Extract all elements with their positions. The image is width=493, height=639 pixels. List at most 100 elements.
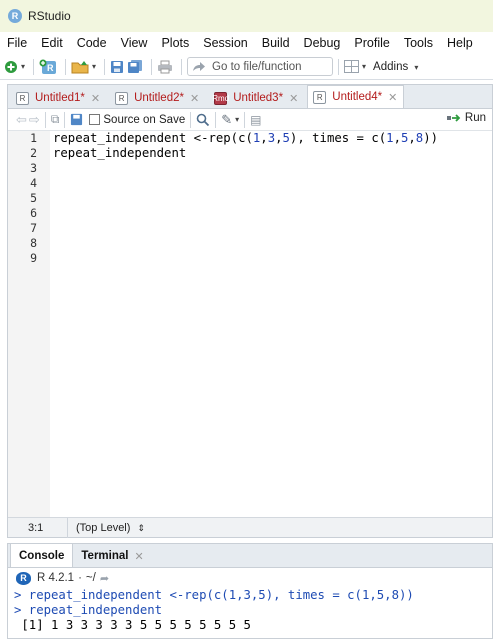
toolbar-divider	[151, 58, 153, 75]
tab-label: Terminal	[81, 550, 129, 562]
back-arrow-icon[interactable]: ⇦	[16, 112, 27, 128]
forward-arrow-icon[interactable]: ⇨	[29, 112, 40, 128]
tab-untitled3[interactable]: Rmd Untitled3* ✕	[208, 87, 305, 108]
rmarkdown-icon: Rmd	[212, 91, 230, 105]
console-output[interactable]: > repeat_independent <-rep(c(1,3,5), tim…	[14, 588, 492, 633]
menu-bar: File Edit Code View Plots Session Build …	[0, 32, 493, 54]
save-icon	[111, 60, 124, 73]
line-number: 3	[30, 161, 37, 175]
new-project-icon: R	[39, 59, 57, 74]
source-on-save-label: Source on Save	[103, 113, 186, 126]
toolbar-divider	[190, 111, 192, 128]
code-editor[interactable]: repeat_independent <-rep(c(1,3,5), times…	[53, 131, 491, 517]
menu-edit[interactable]: Edit	[41, 36, 63, 50]
save-all-button[interactable]	[127, 57, 143, 77]
open-folder-icon	[71, 60, 89, 73]
toolbar-divider	[244, 111, 246, 128]
menu-help[interactable]: Help	[447, 36, 473, 50]
tab-untitled1[interactable]: R Untitled1* ✕	[10, 87, 107, 108]
line-number: 2	[30, 146, 37, 160]
line-number: 8	[30, 236, 37, 250]
console-result-line: [1] 1 3 3 3 3 3 5 5 5 5 5 5 5 5	[14, 618, 251, 632]
layout-button[interactable]: ▾	[344, 57, 366, 77]
chevron-down-icon: ▾	[92, 62, 97, 71]
menu-plots[interactable]: Plots	[161, 36, 189, 50]
close-icon[interactable]: ✕	[388, 91, 397, 104]
toolbar-divider	[44, 111, 46, 128]
menu-session[interactable]: Session	[203, 36, 247, 50]
chevron-down-icon[interactable]: ▾	[235, 115, 239, 124]
run-label: Run	[464, 112, 486, 124]
menu-view[interactable]: View	[121, 36, 148, 50]
menu-debug[interactable]: Debug	[304, 36, 341, 50]
line-number: 1	[30, 131, 37, 145]
go-to-file-placeholder: Go to file/function	[212, 60, 302, 73]
new-project-button[interactable]: R	[39, 57, 57, 77]
close-icon[interactable]: ✕	[91, 92, 100, 105]
menu-file[interactable]: File	[7, 36, 27, 50]
close-icon[interactable]: ✕	[289, 92, 298, 105]
separator-dot: ·	[78, 572, 82, 584]
line-number-gutter: 1 2 3 4 5 6 7 8 9	[8, 131, 50, 517]
code-line-1[interactable]: repeat_independent <-rep(c(1,3,5), times…	[53, 131, 491, 146]
r-script-icon: R	[115, 91, 129, 105]
console-command-line: > repeat_independent <-rep(c(1,3,5), tim…	[14, 588, 414, 602]
svg-text:R: R	[47, 63, 54, 73]
scope-label: (Top Level)	[76, 521, 131, 534]
new-file-button[interactable]: ▾	[4, 57, 25, 77]
console-tab-strip: Console Terminal ✕	[8, 543, 492, 568]
scope-selector[interactable]: (Top Level) ⇕	[68, 522, 145, 534]
addins-label: Addins	[373, 60, 409, 73]
menu-profile[interactable]: Profile	[354, 36, 389, 50]
rstudio-logo-icon: R	[8, 9, 22, 23]
r-logo-icon: R	[16, 571, 31, 585]
chevron-down-icon: ▾	[21, 62, 26, 71]
window-title: RStudio	[28, 9, 71, 23]
show-in-window-icon[interactable]: ⧉	[51, 112, 60, 127]
save-all-icon	[128, 60, 143, 73]
toolbar-divider	[338, 58, 340, 75]
r-script-icon: R	[313, 90, 327, 104]
menu-code[interactable]: Code	[77, 36, 107, 50]
magic-wand-icon[interactable]: ✎	[221, 112, 232, 128]
console-command-line: > repeat_independent	[14, 603, 163, 617]
close-icon[interactable]: ✕	[190, 92, 199, 105]
line-number: 4	[30, 176, 37, 190]
go-to-file-input[interactable]: Go to file/function	[187, 57, 334, 76]
cursor-position: 3:1	[8, 517, 68, 538]
print-icon	[158, 60, 173, 73]
addins-menu[interactable]: Addins ▾	[373, 61, 418, 73]
tab-label: Untitled1*	[35, 92, 85, 104]
console-pane: Console Terminal ✕ R R 4.2.1 · ~/ ➦ > re…	[7, 543, 493, 639]
toolbar-divider	[215, 111, 217, 128]
tab-untitled2[interactable]: R Untitled2* ✕	[109, 87, 206, 108]
close-icon[interactable]: ✕	[134, 550, 143, 563]
tab-terminal[interactable]: Terminal ✕	[73, 545, 151, 567]
source-editor-pane: R Untitled1* ✕ R Untitled2* ✕ Rmd Untitl…	[7, 84, 493, 538]
save-icon[interactable]	[70, 113, 83, 126]
line-number: 5	[30, 191, 37, 205]
updown-caret-icon: ⇕	[137, 522, 146, 533]
open-file-button[interactable]: ▾	[71, 57, 96, 77]
tab-label: Untitled4*	[332, 91, 383, 103]
save-button[interactable]	[110, 57, 124, 77]
chevron-down-icon: ▾	[414, 62, 419, 72]
code-line-2[interactable]: repeat_independent	[53, 146, 491, 161]
go-to-directory-icon[interactable]: ➦	[100, 572, 109, 585]
toolbar-divider	[64, 111, 66, 128]
document-outline-icon[interactable]: ▤	[250, 113, 261, 127]
title-bar: R RStudio	[0, 0, 493, 32]
run-button[interactable]: Run	[446, 112, 486, 124]
menu-tools[interactable]: Tools	[404, 36, 433, 50]
chevron-down-icon: ▾	[362, 62, 367, 71]
tab-console[interactable]: Console	[10, 543, 74, 567]
print-button[interactable]	[157, 57, 173, 77]
search-icon[interactable]	[196, 113, 210, 127]
main-toolbar: ▾ R ▾ Go to file/function ▾ Addins ▾	[0, 54, 493, 80]
working-directory[interactable]: ~/	[86, 572, 96, 584]
toolbar-divider	[33, 58, 35, 75]
menu-build[interactable]: Build	[262, 36, 290, 50]
tab-untitled4[interactable]: R Untitled4* ✕	[307, 85, 405, 108]
line-number: 7	[30, 221, 37, 235]
source-on-save-checkbox[interactable]	[89, 114, 101, 125]
